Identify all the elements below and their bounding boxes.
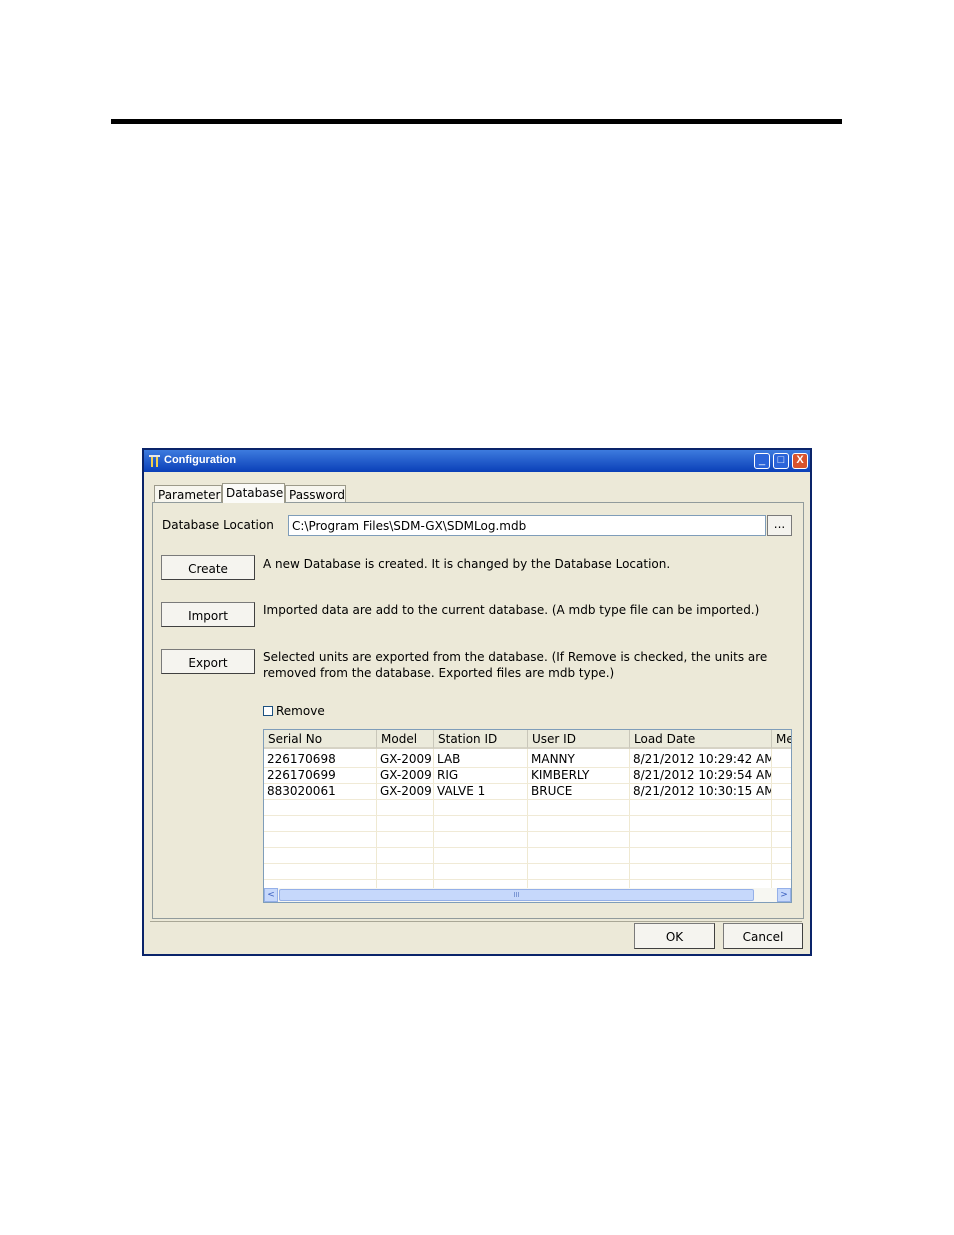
- database-location-label: Database Location: [162, 518, 274, 532]
- grid-line: [264, 847, 791, 848]
- title-bar[interactable]: Configuration _ □ X: [144, 450, 810, 472]
- cell-load-date: 8/21/2012 10:29:54 AM: [633, 768, 771, 782]
- cell-model: GX-2009: [380, 784, 432, 798]
- tab-parameter[interactable]: Parameter: [154, 485, 222, 502]
- cell-user-id: MANNY: [531, 752, 575, 766]
- create-button[interactable]: Create: [161, 555, 255, 580]
- cell-user-id: BRUCE: [531, 784, 573, 798]
- close-button[interactable]: X: [792, 453, 808, 469]
- cell-station-id: RIG: [437, 768, 459, 782]
- cell-serial-no: 226170698: [267, 752, 336, 766]
- export-button[interactable]: Export: [161, 649, 255, 674]
- column-header-model[interactable]: Model: [377, 730, 434, 749]
- ok-button[interactable]: OK: [634, 923, 715, 949]
- scroll-left-arrow-icon[interactable]: <: [264, 888, 278, 902]
- grid-line: [264, 799, 791, 800]
- cell-user-id: KIMBERLY: [531, 768, 590, 782]
- cell-serial-no: 883020061: [267, 784, 336, 798]
- cell-load-date: 8/21/2012 10:30:15 AM: [633, 784, 771, 798]
- scroll-right-arrow-icon[interactable]: >: [777, 888, 791, 902]
- units-table: Serial No Model Station ID User ID Load …: [263, 729, 792, 903]
- remove-label[interactable]: Remove: [276, 704, 325, 718]
- tab-password[interactable]: Password: [285, 485, 346, 502]
- grid-line: [264, 879, 791, 880]
- table-row[interactable]: 226170698 GX-2009 LAB MANNY 8/21/2012 10…: [264, 751, 791, 767]
- grid-line: [264, 831, 791, 832]
- cell-station-id: VALVE 1: [437, 784, 486, 798]
- cell-model: GX-2009: [380, 768, 432, 782]
- export-description-line1: Selected units are exported from the dat…: [263, 650, 768, 664]
- column-header-station-id[interactable]: Station ID: [434, 730, 528, 749]
- column-header-me[interactable]: Me: [772, 730, 791, 749]
- column-header-load-date[interactable]: Load Date: [630, 730, 772, 749]
- column-header-serial-no[interactable]: Serial No: [264, 730, 377, 749]
- grid-line: [264, 815, 791, 816]
- cell-serial-no: 226170699: [267, 768, 336, 782]
- cell-model: GX-2009: [380, 752, 432, 766]
- minimize-button[interactable]: _: [754, 453, 770, 469]
- table-row[interactable]: 226170699 GX-2009 RIG KIMBERLY 8/21/2012…: [264, 767, 791, 783]
- column-header-user-id[interactable]: User ID: [528, 730, 630, 749]
- grid-line: [264, 863, 791, 864]
- create-description: A new Database is created. It is changed…: [263, 557, 671, 571]
- tab-database[interactable]: Database: [222, 483, 285, 503]
- browse-button[interactable]: ...: [767, 515, 792, 536]
- cell-load-date: 8/21/2012 10:29:42 AM: [633, 752, 771, 766]
- window-title: Configuration: [164, 454, 237, 466]
- footer-divider: [150, 921, 802, 922]
- cancel-button[interactable]: Cancel: [723, 923, 803, 949]
- table-row[interactable]: 883020061 GX-2009 VALVE 1 BRUCE 8/21/201…: [264, 783, 791, 799]
- import-description: Imported data are add to the current dat…: [263, 603, 760, 617]
- database-location-input[interactable]: [288, 515, 766, 536]
- import-button[interactable]: Import: [161, 602, 255, 627]
- export-description: Selected units are exported from the dat…: [263, 649, 783, 681]
- export-description-line2: removed from the database. Exported file…: [263, 666, 615, 680]
- horizontal-scrollbar[interactable]: < III >: [264, 888, 791, 902]
- page-header-rule: [111, 119, 842, 124]
- app-tools-icon: [149, 455, 160, 467]
- maximize-button[interactable]: □: [773, 453, 789, 469]
- cell-station-id: LAB: [437, 752, 461, 766]
- scrollbar-thumb[interactable]: III: [279, 889, 754, 901]
- remove-checkbox[interactable]: [263, 706, 273, 716]
